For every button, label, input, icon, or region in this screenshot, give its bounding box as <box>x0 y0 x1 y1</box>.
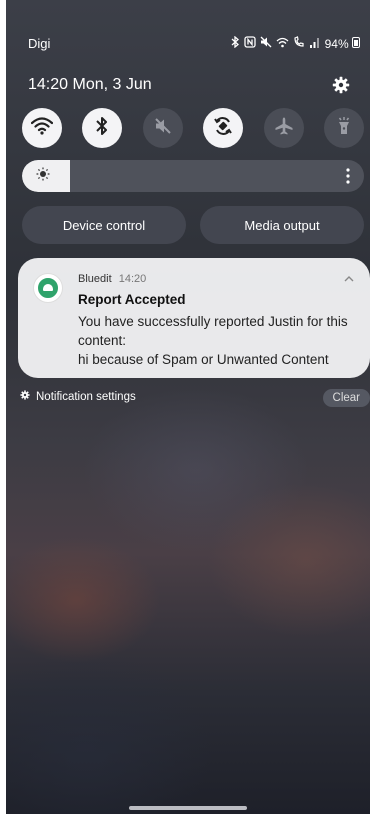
bluetooth-tile[interactable] <box>82 108 123 148</box>
more-options-icon[interactable] <box>342 166 354 186</box>
brightness-slider[interactable] <box>22 160 364 192</box>
wifi-status-icon <box>276 37 289 51</box>
notification-settings-label: Notification settings <box>36 390 136 403</box>
notification-card[interactable]: Bluedit 14:20 Report Accepted You have s… <box>18 258 370 378</box>
battery-indicator: 94% <box>324 36 360 51</box>
sound-tile[interactable] <box>142 108 183 148</box>
collapse-chevron-icon[interactable] <box>342 272 356 286</box>
notification-body: You have successfully reported Justin fo… <box>78 314 348 367</box>
brightness-icon <box>36 167 50 186</box>
bluetooth-icon <box>95 116 109 141</box>
notification-title: Report Accepted <box>78 292 186 307</box>
brightness-slider-fill <box>22 160 70 192</box>
mute-status-icon <box>260 36 272 51</box>
device-control-button[interactable]: Device control <box>22 206 186 244</box>
gear-icon <box>20 390 30 403</box>
airplane-mode-tile[interactable] <box>263 108 304 148</box>
quick-actions: Device control Media output <box>22 206 364 244</box>
date-time: 14:20 Mon, 3 Jun <box>28 76 152 93</box>
wifi-tile[interactable] <box>22 108 62 148</box>
wifi-calling-icon <box>293 36 305 51</box>
battery-icon <box>352 36 360 48</box>
sound-mute-icon <box>154 117 172 140</box>
carrier-name: Digi <box>28 36 51 51</box>
quick-settings-header: 14:20 Mon, 3 Jun <box>28 74 356 98</box>
clear-button[interactable]: Clear <box>322 389 370 407</box>
status-bar: Digi 94% <box>28 35 360 56</box>
airplane-mode-icon <box>274 116 294 141</box>
wifi-icon <box>30 116 54 140</box>
notification-footer: Notification settings Clear <box>20 389 370 410</box>
status-icons: 94% <box>231 35 360 51</box>
quick-settings-tiles <box>22 108 364 148</box>
media-output-button[interactable]: Media output <box>200 206 364 244</box>
notification-settings-link[interactable]: Notification settings <box>20 390 136 403</box>
home-indicator[interactable] <box>129 806 247 810</box>
battery-percent: 94% <box>324 36 349 51</box>
notification-shade: Digi 94% 14:20 Mon, 3 Jun Device control… <box>6 0 370 814</box>
bluetooth-status-icon <box>231 35 240 51</box>
notification-time: 14:20 <box>118 273 147 285</box>
bluedit-app-icon <box>34 274 62 302</box>
auto-rotate-tile[interactable] <box>203 108 244 148</box>
settings-gear-icon[interactable] <box>330 74 352 96</box>
signal-strength-icon <box>309 37 321 51</box>
nfc-icon <box>243 36 256 51</box>
flashlight-icon <box>336 116 352 141</box>
flashlight-tile[interactable] <box>323 108 364 148</box>
notification-header: Bluedit 14:20 <box>78 273 146 285</box>
app-name: Bluedit <box>78 273 112 285</box>
auto-rotate-icon <box>213 116 233 141</box>
